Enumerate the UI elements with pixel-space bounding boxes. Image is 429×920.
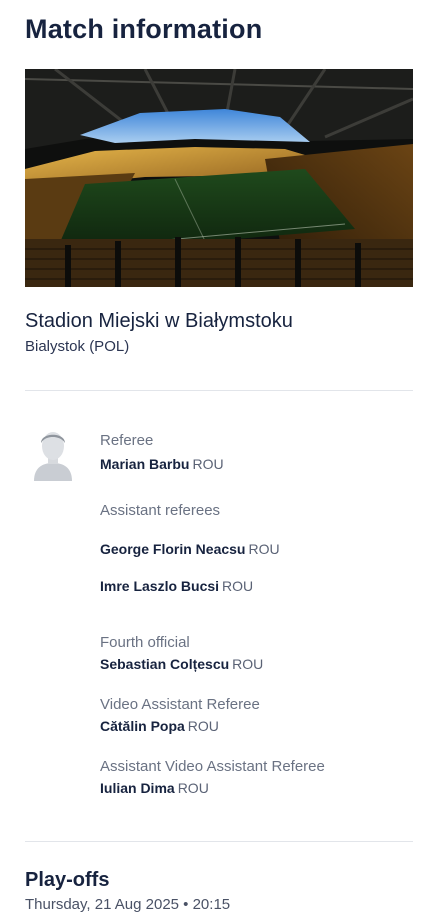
avar-person[interactable]: Iulian Dima ROU	[100, 780, 209, 796]
var-role: Video Assistant Referee	[100, 696, 260, 713]
match-datetime: Thursday, 21 Aug 2025 • 20:15	[25, 896, 231, 913]
assistant-2-country: ROU	[222, 578, 254, 594]
assistant-1-country: ROU	[248, 541, 280, 557]
assistant-1-name[interactable]: George Florin Neacsu	[100, 541, 245, 557]
assistants-role: Assistant referees	[100, 502, 221, 519]
fourth-official-name[interactable]: Sebastian Colțescu	[100, 656, 229, 672]
assistant-2-name[interactable]: Imre Laszlo Bucsi	[100, 578, 219, 594]
fourth-official-person[interactable]: Sebastian Colțescu ROU	[100, 656, 263, 672]
var-name[interactable]: Cătălin Popa	[100, 718, 185, 734]
avar-country: ROU	[177, 780, 209, 796]
venue-name: Stadion Miejski w Białymstoku	[25, 310, 293, 332]
avar-name[interactable]: Iulian Dima	[100, 780, 175, 796]
divider	[25, 390, 413, 391]
referee-name[interactable]: Marian Barbu	[100, 456, 189, 472]
divider	[25, 841, 413, 842]
person-placeholder-icon	[29, 426, 77, 482]
venue-city: Bialystok (POL)	[25, 338, 130, 355]
avar-role: Assistant Video Assistant Referee	[100, 758, 325, 775]
referee-person[interactable]: Marian Barbu ROU	[100, 456, 224, 472]
referee-country: ROU	[192, 456, 224, 472]
referee-role: Referee	[100, 432, 154, 449]
fourth-official-role: Fourth official	[100, 634, 190, 651]
stadium-photo	[25, 69, 413, 287]
page-title: Match information	[25, 14, 263, 44]
fourth-official-country: ROU	[232, 656, 264, 672]
var-country: ROU	[187, 718, 219, 734]
assistant-2-person[interactable]: Imre Laszlo Bucsi ROU	[100, 578, 253, 594]
var-person[interactable]: Cătălin Popa ROU	[100, 718, 219, 734]
match-round: Play-offs	[25, 869, 110, 891]
assistant-1-person[interactable]: George Florin Neacsu ROU	[100, 541, 280, 557]
